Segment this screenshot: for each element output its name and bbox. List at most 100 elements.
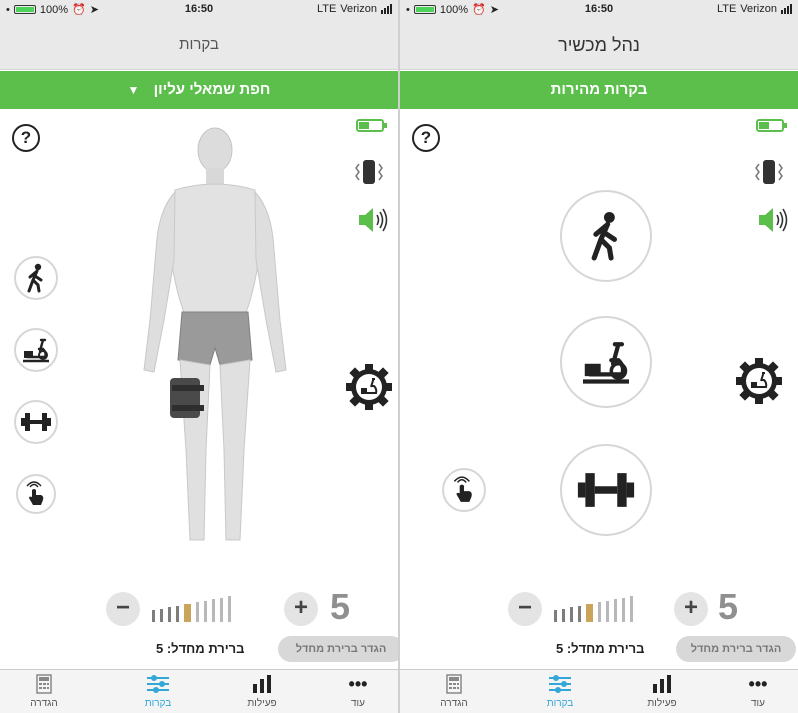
increase-intensity-button[interactable]: + bbox=[674, 592, 708, 626]
default-intensity-label: ברירת מחדל: 5 bbox=[556, 641, 645, 656]
location-selector[interactable]: ▼ חפת שמאלי עליון bbox=[0, 71, 398, 109]
signal-bars-icon bbox=[381, 4, 392, 14]
intensity-tick bbox=[614, 599, 617, 622]
touch-mode-button[interactable] bbox=[16, 474, 56, 514]
intensity-tick bbox=[622, 597, 625, 622]
decrease-intensity-button[interactable]: − bbox=[106, 592, 140, 626]
tab-bar: הגדרה בקרות פעילות ••• עוד bbox=[0, 669, 398, 713]
bar-chart-icon bbox=[653, 675, 671, 693]
tab-more[interactable]: ••• עוד bbox=[318, 672, 398, 710]
location-selector-label: חפת שמאלי עליון bbox=[153, 81, 271, 98]
network-type: LTE bbox=[316, 3, 337, 15]
page-title: נהל מכשיר bbox=[400, 20, 798, 70]
walking-icon bbox=[27, 263, 43, 293]
tab-setup[interactable]: הגדרה bbox=[414, 672, 494, 709]
intensity-tick bbox=[598, 602, 601, 622]
tab-controls[interactable]: בקרות bbox=[118, 672, 198, 709]
intensity-tick bbox=[168, 607, 171, 622]
intensity-tick bbox=[152, 610, 155, 622]
walk-mode-button[interactable] bbox=[14, 256, 58, 300]
more-icon: ••• bbox=[348, 673, 368, 694]
exercise-bike-icon bbox=[23, 338, 49, 363]
speaker-icon[interactable] bbox=[756, 204, 790, 236]
tab-label: פעילות bbox=[247, 698, 277, 709]
quick-controls-header: בקרות מהירות bbox=[400, 71, 798, 109]
tab-label: הגדרה bbox=[440, 698, 468, 709]
tab-label: פעילות bbox=[647, 698, 677, 709]
bike-mode-button[interactable] bbox=[560, 316, 652, 408]
intensity-tick bbox=[212, 599, 215, 622]
intensity-tick bbox=[578, 605, 581, 622]
carrier-name: Verizon bbox=[740, 3, 777, 15]
tab-activity[interactable]: פעילות bbox=[622, 672, 702, 709]
tap-hand-icon bbox=[453, 476, 472, 502]
device-cuff bbox=[170, 378, 200, 418]
bar-chart-icon bbox=[253, 675, 271, 693]
tab-more[interactable]: ••• עוד bbox=[718, 672, 798, 710]
carrier-name: Verizon bbox=[340, 3, 377, 15]
intensity-tick bbox=[220, 597, 223, 622]
tab-label: בקרות bbox=[546, 698, 574, 709]
bike-settings-gear-icon[interactable] bbox=[734, 356, 784, 406]
status-bar: • 100% ⏰ ➤ 16:50 LTE Verizon bbox=[400, 0, 798, 20]
bike-settings-gear-icon[interactable] bbox=[344, 362, 394, 412]
set-default-button[interactable]: הגדר ברירת מחדל bbox=[278, 636, 398, 662]
set-default-button[interactable]: הגדר ברירת מחדל bbox=[676, 636, 796, 662]
vibrate-icon[interactable] bbox=[752, 158, 786, 186]
more-icon: ••• bbox=[748, 673, 768, 694]
speaker-icon[interactable] bbox=[356, 204, 390, 236]
intensity-tick bbox=[554, 610, 557, 622]
tab-controls[interactable]: בקרות bbox=[520, 672, 600, 709]
intensity-tick bbox=[176, 605, 179, 622]
sliders-icon bbox=[147, 675, 169, 693]
strength-mode-button[interactable] bbox=[14, 400, 58, 444]
page-title: בקרות bbox=[0, 20, 398, 70]
calculator-icon bbox=[446, 674, 462, 694]
touch-mode-button[interactable] bbox=[442, 468, 486, 512]
intensity-value: 5 bbox=[330, 586, 351, 627]
bike-mode-button[interactable] bbox=[14, 328, 58, 372]
tab-label: הגדרה bbox=[30, 698, 58, 709]
dumbbell-icon bbox=[21, 413, 51, 431]
tab-label: בקרות bbox=[144, 698, 172, 709]
walk-mode-button[interactable] bbox=[560, 190, 652, 282]
intensity-control: − + 5 bbox=[400, 586, 798, 630]
intensity-tick bbox=[196, 602, 199, 622]
sliders-icon bbox=[549, 675, 571, 693]
network-type: LTE bbox=[716, 3, 737, 15]
intensity-tick bbox=[630, 596, 633, 622]
chevron-down-icon: ▼ bbox=[127, 83, 140, 97]
intensity-tick bbox=[184, 604, 191, 622]
body-figure bbox=[143, 127, 287, 541]
intensity-tick bbox=[606, 600, 609, 622]
intensity-tick bbox=[228, 596, 231, 622]
strength-mode-button[interactable] bbox=[560, 444, 652, 536]
left-screen: • 100% ⏰ ➤ 16:50 LTE Verizon בקרות ▼ חפת… bbox=[0, 0, 398, 713]
status-bar: • 100% ⏰ ➤ 16:50 LTE Verizon bbox=[0, 0, 398, 20]
intensity-tick bbox=[160, 608, 163, 622]
device-battery-icon bbox=[356, 119, 387, 132]
intensity-value: 5 bbox=[718, 586, 739, 627]
tab-setup[interactable]: הגדרה bbox=[4, 672, 84, 709]
exercise-bike-icon bbox=[583, 342, 629, 384]
help-button[interactable]: ? bbox=[412, 124, 440, 152]
intensity-scale bbox=[554, 594, 633, 622]
intensity-control: − + 5 bbox=[0, 586, 398, 630]
intensity-scale bbox=[152, 594, 231, 622]
tab-label: עוד bbox=[751, 698, 765, 709]
tab-label: עוד bbox=[351, 698, 365, 709]
dumbbell-icon bbox=[577, 473, 635, 507]
intensity-tick bbox=[204, 600, 207, 622]
default-intensity-label: ברירת מחדל: 5 bbox=[156, 641, 245, 656]
tap-hand-icon bbox=[26, 481, 44, 505]
help-button[interactable]: ? bbox=[12, 124, 40, 152]
intensity-tick bbox=[570, 607, 573, 622]
tab-activity[interactable]: פעילות bbox=[222, 672, 302, 709]
calculator-icon bbox=[36, 674, 52, 694]
vibrate-icon[interactable] bbox=[352, 158, 386, 186]
signal-bars-icon bbox=[781, 4, 792, 14]
decrease-intensity-button[interactable]: − bbox=[508, 592, 542, 626]
increase-intensity-button[interactable]: + bbox=[284, 592, 318, 626]
device-battery-icon bbox=[756, 119, 787, 132]
walking-icon bbox=[591, 211, 617, 261]
